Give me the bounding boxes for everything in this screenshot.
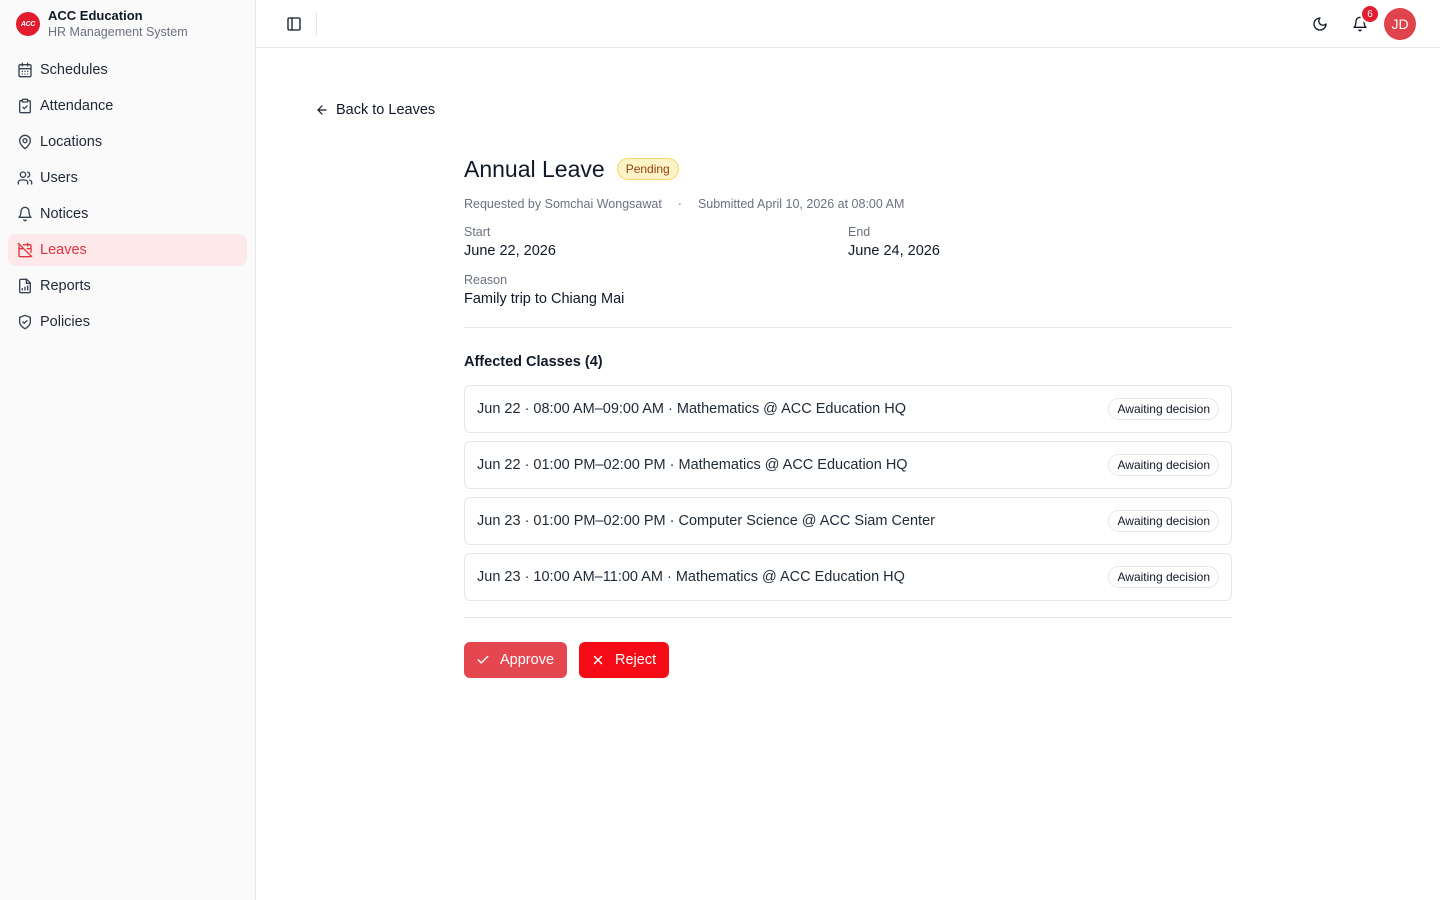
sidebar: ACC ACC Education HR Management System S… [0,0,256,900]
class-description: Jun 23 · 10:00 AM–11:00 AM · Mathematics… [477,569,905,585]
shield-check-icon [19,314,31,330]
decision-badge: Awaiting decision [1108,566,1219,588]
sidebar-item-users[interactable]: Users [8,162,247,194]
divider [464,617,1232,618]
start-value: June 22, 2026 [464,243,556,259]
topbar: 6 JD [256,0,1440,48]
back-to-leaves-link[interactable]: Back to Leaves [315,102,435,118]
avatar[interactable]: JD [1384,8,1416,40]
approve-label: Approve [500,652,555,668]
sidebar-item-label: Notices [40,206,89,222]
sidebar-item-notices[interactable]: Notices [8,198,247,230]
sidebar-item-label: Policies [40,314,90,330]
submitted-at: Submitted April 10, 2026 at 08:00 AM [697,197,905,211]
reason-field: Reason Family trip to Chiang Mai [464,273,852,311]
sidebar-item-label: Locations [40,134,103,150]
reject-button[interactable]: Reject [579,642,669,678]
start-field: Start June 22, 2026 [464,225,848,263]
brand-name: ACC Education [48,8,143,23]
decision-actions: Approve Reject [464,642,1232,678]
check-icon [477,655,489,664]
brand[interactable]: ACC ACC Education HR Management System [0,0,255,48]
sidebar-item-label: Users [40,170,78,186]
status-badge: Pending [616,158,679,180]
users-icon [17,171,33,185]
meta-separator: · [677,197,682,211]
sidebar-toggle-button[interactable] [284,14,304,34]
topbar-divider [316,12,317,36]
back-link-label: Back to Leaves [336,102,436,118]
end-value: June 24, 2026 [848,243,940,259]
reject-label: Reject [615,652,657,668]
sidebar-item-attendance[interactable]: Attendance [8,90,247,122]
sidebar-nav: Schedules Attendance Locations Users Not… [0,48,255,348]
theme-toggle-button[interactable] [1310,14,1330,34]
sidebar-item-leaves[interactable]: Leaves [8,234,247,266]
page-title: Annual Leave [464,155,605,182]
request-meta: Requested by Somchai Wongsawat · Submitt… [464,196,1232,212]
decision-badge: Awaiting decision [1108,510,1219,532]
sidebar-item-label: Leaves [40,242,87,258]
sidebar-item-reports[interactable]: Reports [8,270,247,302]
sidebar-item-schedules[interactable]: Schedules [8,54,247,86]
map-pin-icon [19,134,31,150]
sidebar-item-locations[interactable]: Locations [8,126,247,158]
affected-classes-list: Jun 22 · 08:00 AM–09:00 AM · Mathematics… [464,385,1232,601]
sidebar-item-label: Attendance [40,98,114,114]
file-chart-icon [19,278,31,294]
approve-button[interactable]: Approve [464,642,567,678]
decision-badge: Awaiting decision [1108,398,1219,420]
calendar-icon [18,62,32,78]
list-item: Jun 22 · 01:00 PM–02:00 PM · Mathematics… [464,441,1232,489]
end-label: End [848,225,871,239]
bell-icon [18,206,32,222]
end-field: End June 24, 2026 [848,225,1232,263]
sidebar-item-policies[interactable]: Policies [8,306,247,338]
sidebar-item-label: Schedules [40,62,108,78]
list-item: Jun 23 · 01:00 PM–02:00 PM · Computer Sc… [464,497,1232,545]
brand-subtitle: HR Management System [48,25,188,39]
reason-label: Reason [464,273,508,287]
start-label: Start [464,225,491,239]
reason-value: Family trip to Chiang Mai [464,291,625,307]
requested-by: Requested by Somchai Wongsawat [464,197,662,211]
brand-logo: ACC [16,12,40,36]
affected-classes-title: Affected Classes (4) [464,354,603,370]
panel-left-icon [287,17,301,31]
x-icon [593,655,603,665]
arrow-left-icon [317,105,327,115]
list-item: Jun 23 · 10:00 AM–11:00 AM · Mathematics… [464,553,1232,601]
divider [464,327,1232,328]
notification-count-badge: 6 [1360,4,1380,24]
sidebar-item-label: Reports [40,278,91,294]
decision-badge: Awaiting decision [1108,454,1219,476]
calendar-off-icon [17,242,33,258]
clipboard-check-icon [19,98,31,114]
class-description: Jun 22 · 08:00 AM–09:00 AM · Mathematics… [477,401,906,417]
moon-icon [1313,17,1327,31]
leave-detail: Annual Leave Pending Requested by Somcha… [464,150,1232,678]
class-description: Jun 22 · 01:00 PM–02:00 PM · Mathematics… [477,457,908,473]
list-item: Jun 22 · 08:00 AM–09:00 AM · Mathematics… [464,385,1232,433]
class-description: Jun 23 · 01:00 PM–02:00 PM · Computer Sc… [477,513,935,529]
